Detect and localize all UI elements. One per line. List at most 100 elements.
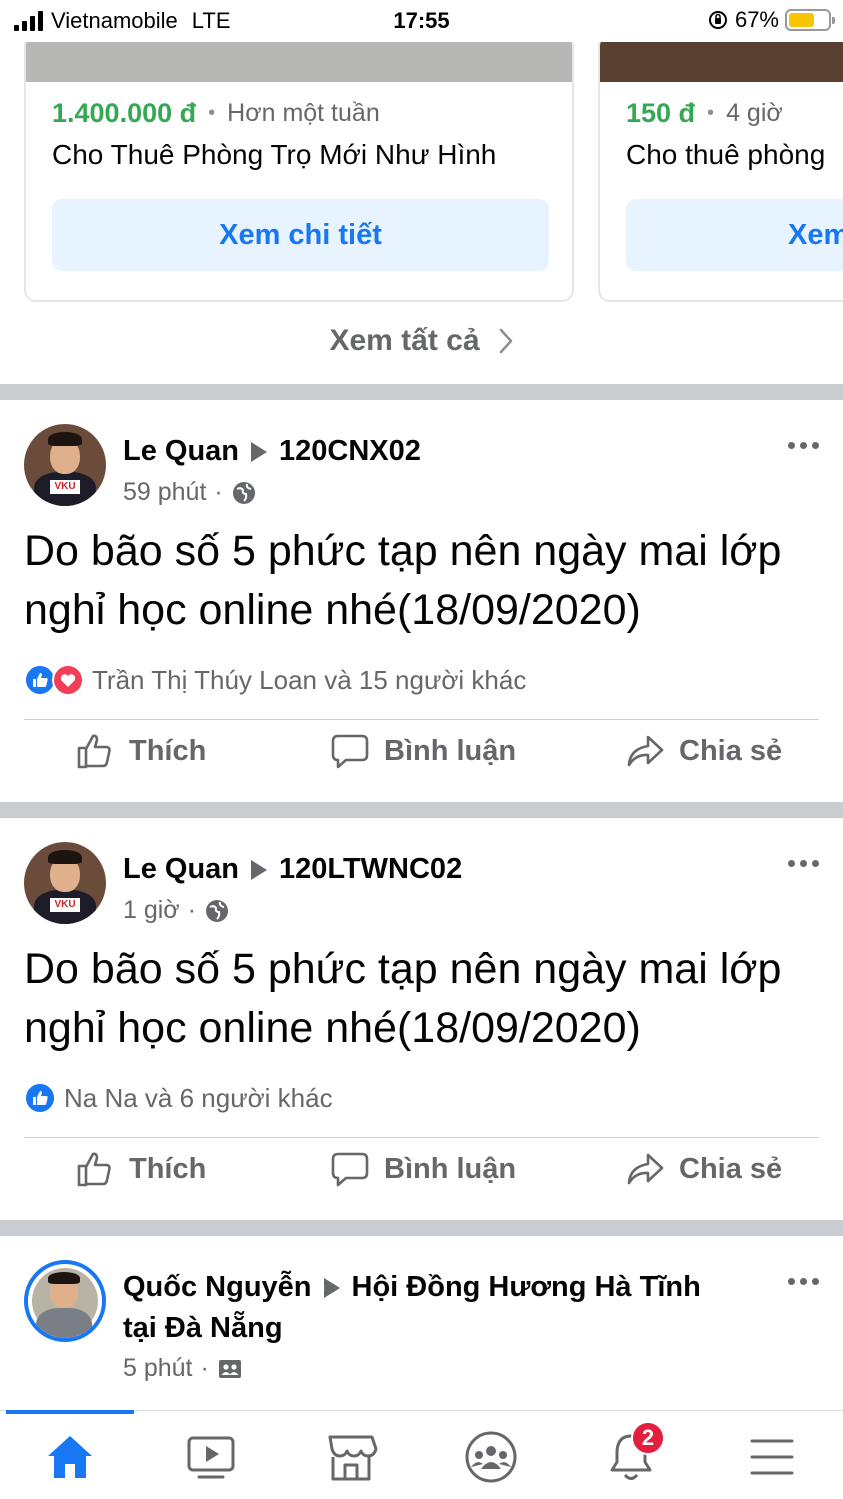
post-text: Do bão số 5 phức tạp nên ngày mai lớp ng… bbox=[24, 527, 782, 634]
share-button[interactable]: Chia sẻ bbox=[625, 1149, 782, 1189]
battery-icon bbox=[785, 9, 835, 31]
avatar-photo: VKU bbox=[24, 842, 106, 924]
see-all-label: Xem tất cả bbox=[329, 324, 480, 357]
marketplace-card[interactable]: 150 đ • 4 giờ Cho thuê phòng Xem chi tiế… bbox=[598, 42, 843, 302]
globe-icon bbox=[206, 899, 229, 922]
watch-icon bbox=[187, 1436, 235, 1479]
share-icon bbox=[627, 1153, 664, 1185]
separator-dot: • bbox=[208, 102, 216, 124]
feed-post: VKU Le Quan 120CNX02 59 phút · Do bão số… bbox=[0, 400, 843, 802]
members-icon bbox=[218, 1359, 241, 1378]
avatar-photo: VKU bbox=[24, 424, 106, 506]
like-button[interactable]: Thích bbox=[75, 1149, 206, 1189]
marketplace-carousel[interactable]: 1.400.000 đ • Hơn một tuần Cho Thuê Phòn… bbox=[0, 42, 843, 382]
home-icon bbox=[48, 1436, 92, 1478]
post-text: Do bão số 5 phức tạp nên ngày mai lớp ng… bbox=[24, 945, 782, 1052]
reactions-summary[interactable]: Trần Thị Thúy Loan và 15 người khác bbox=[24, 664, 526, 696]
post-time[interactable]: 59 phút bbox=[123, 478, 206, 507]
nav-notifications[interactable]: 2 bbox=[601, 1421, 665, 1485]
author-avatar[interactable] bbox=[24, 1260, 106, 1342]
post-meta: 1 giờ · bbox=[123, 896, 230, 925]
share-label: Chia sẻ bbox=[679, 734, 783, 767]
thumbs-up-icon bbox=[77, 734, 111, 769]
feed-post: Quốc Nguyễn Hội Đồng Hương Hà Tĩnh tại Đ… bbox=[0, 1236, 843, 1410]
share-icon bbox=[627, 735, 664, 767]
post-time[interactable]: 5 phút bbox=[123, 1354, 193, 1383]
separator-dot: · bbox=[200, 1354, 209, 1382]
see-all-link[interactable]: Xem tất cả bbox=[0, 324, 843, 358]
post-time[interactable]: 1 giờ bbox=[123, 896, 180, 925]
avatar-photo bbox=[32, 1268, 98, 1338]
listing-price: 150 đ bbox=[626, 98, 696, 128]
author-avatar[interactable]: VKU bbox=[24, 424, 106, 506]
view-details-button[interactable]: Xem chi tiết bbox=[626, 199, 843, 271]
author-name[interactable]: Le Quan bbox=[123, 435, 239, 468]
battery-percent: 67% bbox=[734, 7, 779, 32]
section-divider bbox=[0, 802, 843, 818]
author-name[interactable]: Quốc Nguyễn bbox=[123, 1271, 312, 1304]
group-name[interactable]: 120CNX02 bbox=[279, 435, 421, 468]
comment-button[interactable]: Bình luận bbox=[330, 731, 516, 771]
post-actions: Thích Bình luận Chia sẻ bbox=[0, 1149, 843, 1209]
more-options-button[interactable] bbox=[788, 860, 819, 867]
comment-label: Bình luận bbox=[384, 734, 517, 767]
separator-dot: • bbox=[707, 102, 715, 124]
listing-title: Cho Thuê Phòng Trọ Mới Như Hình bbox=[52, 139, 497, 170]
active-tab-indicator bbox=[6, 1410, 134, 1414]
post-header: Le Quan 120CNX02 bbox=[123, 435, 421, 468]
arrow-right-icon bbox=[251, 859, 268, 880]
menu-icon bbox=[750, 1439, 794, 1475]
arrow-right-icon bbox=[251, 441, 268, 462]
post-separator bbox=[24, 1137, 819, 1138]
group-name-line2: tại Đà Nẵng bbox=[123, 1312, 283, 1344]
post-header: Le Quan 120LTWNC02 bbox=[123, 853, 462, 886]
more-options-button[interactable] bbox=[788, 1278, 819, 1285]
nav-menu[interactable] bbox=[742, 1429, 802, 1485]
view-details-button[interactable]: Xem chi tiết bbox=[52, 199, 549, 271]
group-name[interactable]: 120LTWNC02 bbox=[279, 853, 462, 886]
groups-icon bbox=[465, 1431, 517, 1483]
listing-image bbox=[600, 42, 843, 82]
post-meta: 59 phút · bbox=[123, 478, 257, 507]
like-icon bbox=[24, 1082, 56, 1114]
marketplace-card[interactable]: 1.400.000 đ • Hơn một tuần Cho Thuê Phòn… bbox=[24, 42, 574, 302]
status-bar: Vietnamobile LTE 17:55 67% bbox=[0, 0, 843, 42]
comment-icon bbox=[331, 1152, 369, 1187]
listing-price: 1.400.000 đ bbox=[52, 98, 197, 128]
section-divider bbox=[0, 1220, 843, 1236]
more-options-button[interactable] bbox=[788, 442, 819, 449]
listing-age: Hơn một tuần bbox=[227, 99, 380, 127]
nav-groups[interactable] bbox=[461, 1429, 521, 1485]
like-label: Thích bbox=[129, 1152, 207, 1185]
author-name[interactable]: Le Quan bbox=[123, 853, 239, 886]
comment-button[interactable]: Bình luận bbox=[330, 1149, 516, 1189]
post-meta: 5 phút · bbox=[123, 1354, 243, 1383]
listing-price-row: 150 đ • 4 giờ bbox=[626, 98, 783, 129]
listing-image bbox=[26, 42, 572, 82]
reactions-text: Na Na và 6 người khác bbox=[64, 1082, 333, 1113]
group-name-continued[interactable]: tại Đà Nẵng bbox=[123, 1312, 283, 1345]
nav-home[interactable] bbox=[40, 1429, 100, 1485]
like-label: Thích bbox=[129, 734, 207, 767]
like-button[interactable]: Thích bbox=[75, 731, 206, 771]
share-button[interactable]: Chia sẻ bbox=[625, 731, 782, 771]
listing-price-row: 1.400.000 đ • Hơn một tuần bbox=[52, 98, 380, 129]
thumbs-up-icon bbox=[77, 1152, 111, 1187]
nav-watch[interactable] bbox=[181, 1429, 241, 1485]
battery-level bbox=[789, 13, 815, 27]
orientation-lock-icon bbox=[708, 11, 727, 29]
love-icon bbox=[52, 664, 84, 696]
group-name[interactable]: Hội Đồng Hương Hà Tĩnh bbox=[352, 1271, 701, 1304]
comment-label: Bình luận bbox=[384, 1152, 517, 1185]
section-divider bbox=[0, 384, 843, 400]
post-separator bbox=[24, 719, 819, 720]
comment-icon bbox=[331, 734, 369, 769]
reactions-summary[interactable]: Na Na và 6 người khác bbox=[24, 1082, 333, 1114]
nav-marketplace[interactable] bbox=[321, 1429, 381, 1485]
globe-icon bbox=[232, 481, 255, 504]
bottom-navigation: 2 bbox=[0, 1410, 843, 1499]
author-avatar[interactable]: VKU bbox=[24, 842, 106, 924]
marketplace-icon bbox=[328, 1435, 378, 1481]
separator-dot: · bbox=[187, 896, 197, 924]
share-label: Chia sẻ bbox=[679, 1152, 783, 1185]
